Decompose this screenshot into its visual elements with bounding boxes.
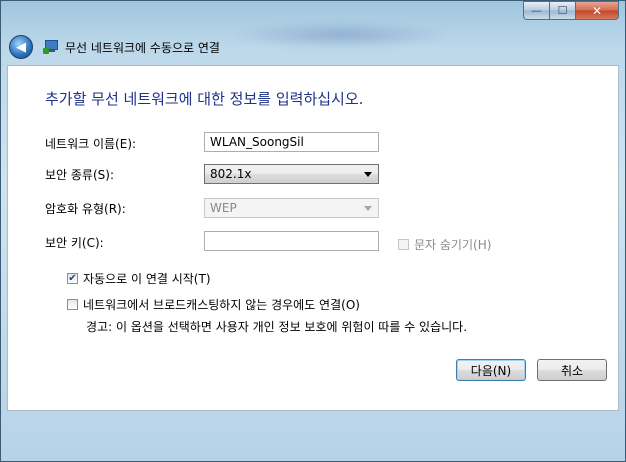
auto-start-checkbox[interactable]: ✔ [67,273,78,284]
security-type-select[interactable]: 802.1x [204,164,379,184]
dialog-window: — ☐ ✕ ◀ 무선 네트워크에 수동으로 연결 추가할 무선 네트워크에 대한… [0,0,626,462]
connect-non-broadcast-checkbox[interactable] [67,299,78,310]
maximize-button[interactable]: ☐ [549,1,575,20]
chevron-down-icon [364,172,372,177]
network-name-label: 네트워크 이름(E): [45,137,137,151]
security-key-label: 보안 키(C): [45,236,104,250]
next-button[interactable]: 다음(N) [456,359,526,381]
background-blur [231,21,451,49]
back-arrow-icon[interactable]: ◀ [9,35,33,59]
hide-characters-checkbox [398,239,409,250]
connect-non-broadcast-label: 네트워크에서 브로드캐스팅하지 않는 경우에도 연결(O) [83,298,360,312]
security-key-input[interactable] [204,231,379,251]
hide-characters-label: 문자 숨기기(H) [414,238,492,252]
network-icon-stand [48,50,55,52]
encryption-type-value: WEP [210,201,237,215]
network-name-input[interactable]: WLAN_SoongSil [204,132,379,152]
privacy-warning-text: 경고: 이 옵션을 선택하면 사용자 개인 정보 보호에 위험이 따를 수 있습… [86,320,468,334]
security-type-value: 802.1x [210,167,252,181]
window-controls: — ☐ ✕ [523,1,619,20]
minimize-button[interactable]: — [523,1,549,20]
close-button[interactable]: ✕ [575,1,619,20]
wireless-network-icon [43,39,59,55]
content-panel: 추가할 무선 네트워크에 대한 정보를 입력하십시오. 네트워크 이름(E): … [7,65,619,411]
encryption-type-label: 암호화 유형(R): [45,202,126,216]
auto-start-label: 자동으로 이 연결 시작(T) [83,272,211,286]
form-heading: 추가할 무선 네트워크에 대한 정보를 입력하십시오. [45,90,364,108]
network-icon-signal [43,48,49,54]
chevron-down-icon [364,206,372,211]
connect-non-broadcast-option[interactable]: 네트워크에서 브로드캐스팅하지 않는 경우에도 연결(O) [67,296,360,313]
cancel-button[interactable]: 취소 [537,359,607,381]
navigation-bar: ◀ 무선 네트워크에 수동으로 연결 [9,34,220,60]
encryption-type-select: WEP [204,198,379,218]
hide-characters-option: 문자 숨기기(H) [398,236,491,253]
security-type-label: 보안 종류(S): [45,168,114,182]
page-title: 무선 네트워크에 수동으로 연결 [65,40,220,55]
auto-start-option[interactable]: ✔ 자동으로 이 연결 시작(T) [67,270,211,287]
